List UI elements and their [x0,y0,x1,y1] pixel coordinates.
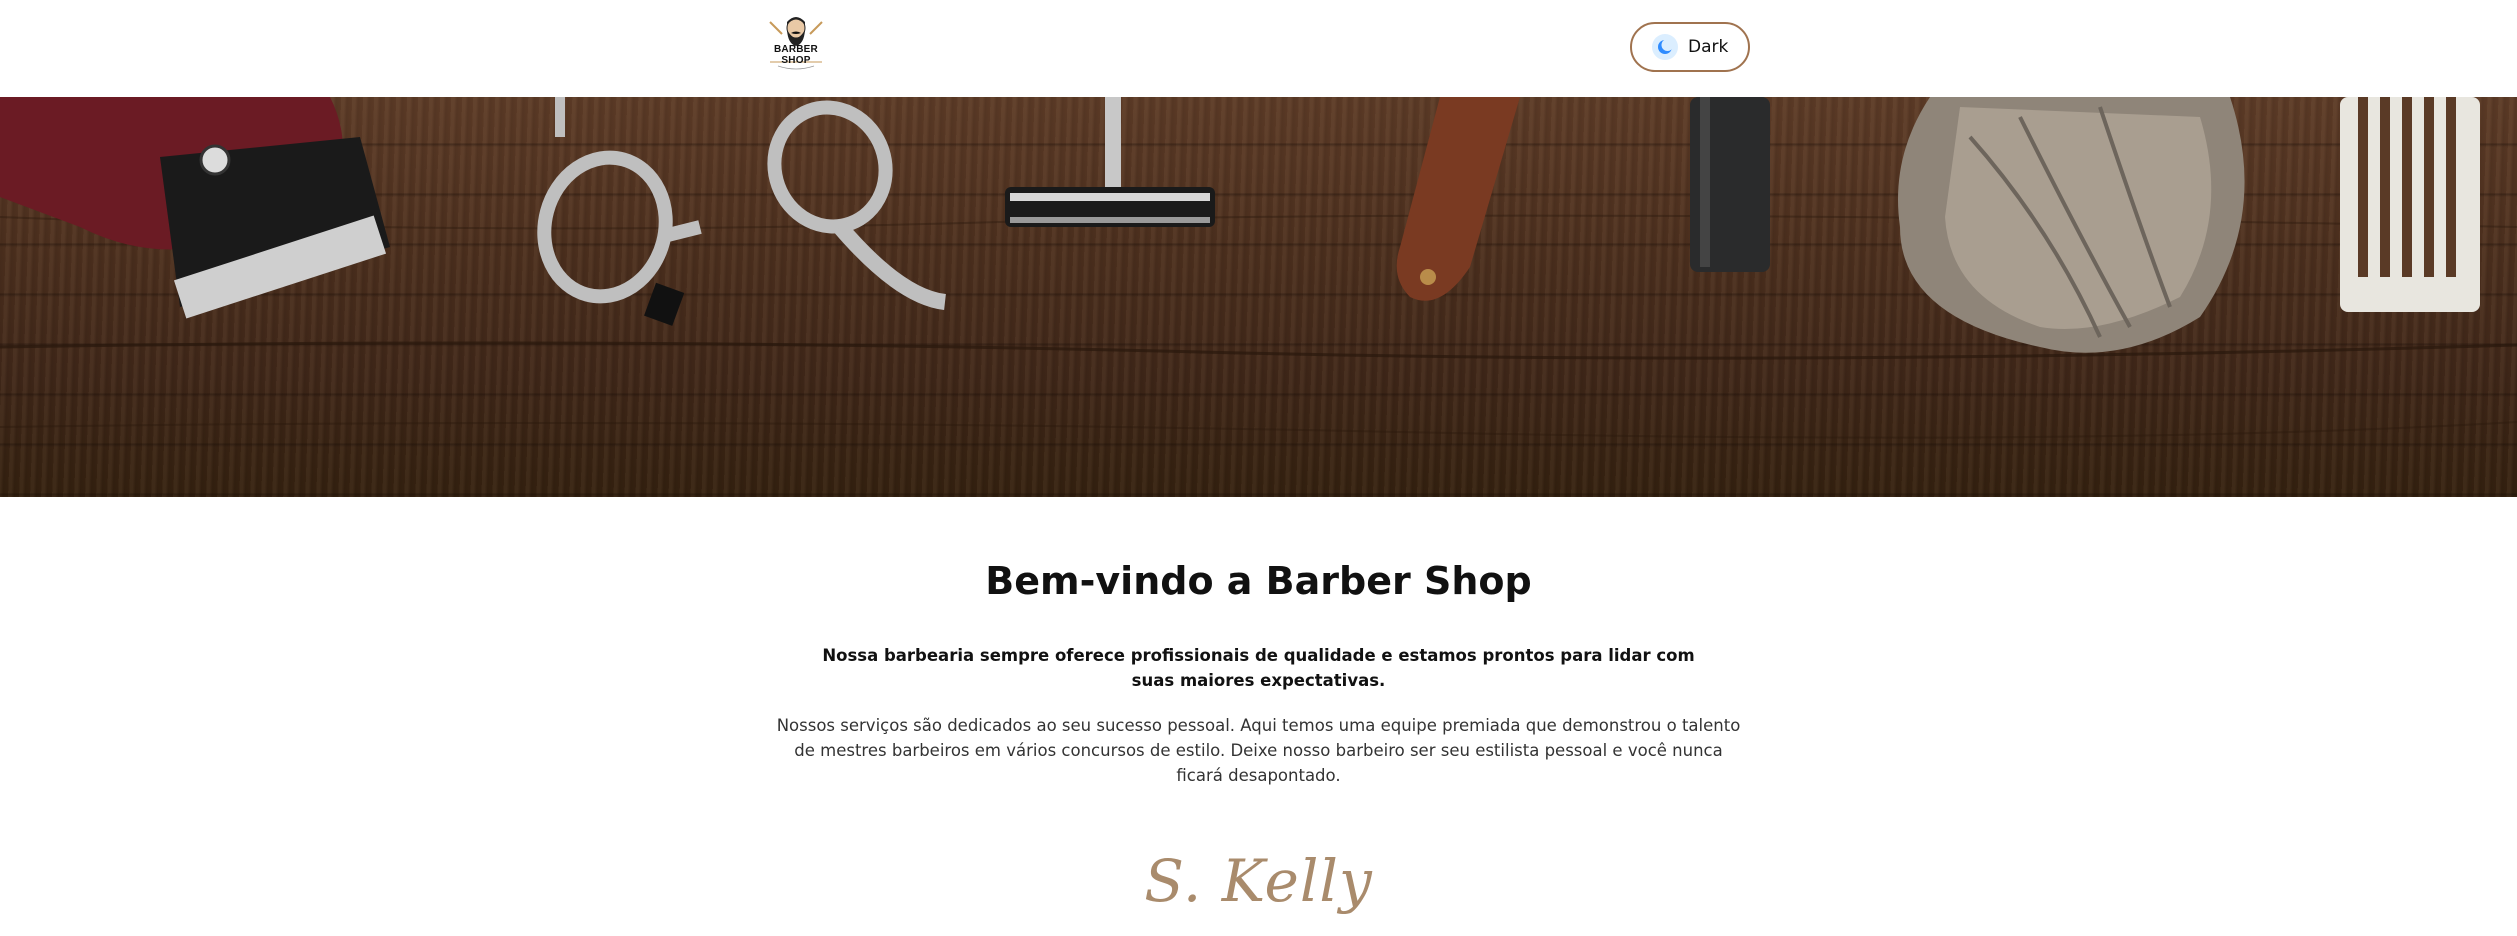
signature: S. Kelly [1144,847,1373,915]
lead-paragraph: Nossa barbearia sempre oferece profissio… [822,646,1695,690]
site-header: BARBER SHOP Dark [0,0,2517,97]
shaving-brush-icon [1898,97,2245,353]
straight-razor-icon [1396,97,1520,301]
razor-icon [1005,97,1215,227]
scissors-icon [537,97,947,310]
comb-icon [2340,97,2480,312]
theme-toggle-label: Dark [1688,37,1729,57]
moon-icon [1652,34,1678,60]
welcome-section: Bem-vindo a Barber Shop Nossa barbearia … [0,497,2517,936]
body-paragraph: Nossos serviços são dedicados ao seu suc… [776,716,1741,785]
barber-tools-image [0,97,2517,439]
barber-shop-logo[interactable]: BARBER SHOP [760,16,832,74]
hero-banner [0,97,2517,497]
hair-clipper-icon [0,97,390,319]
theme-toggle-button[interactable]: Dark [1630,22,1750,72]
logo-text: BARBER SHOP [774,44,818,66]
page-title: Bem-vindo a Barber Shop [985,559,1532,603]
